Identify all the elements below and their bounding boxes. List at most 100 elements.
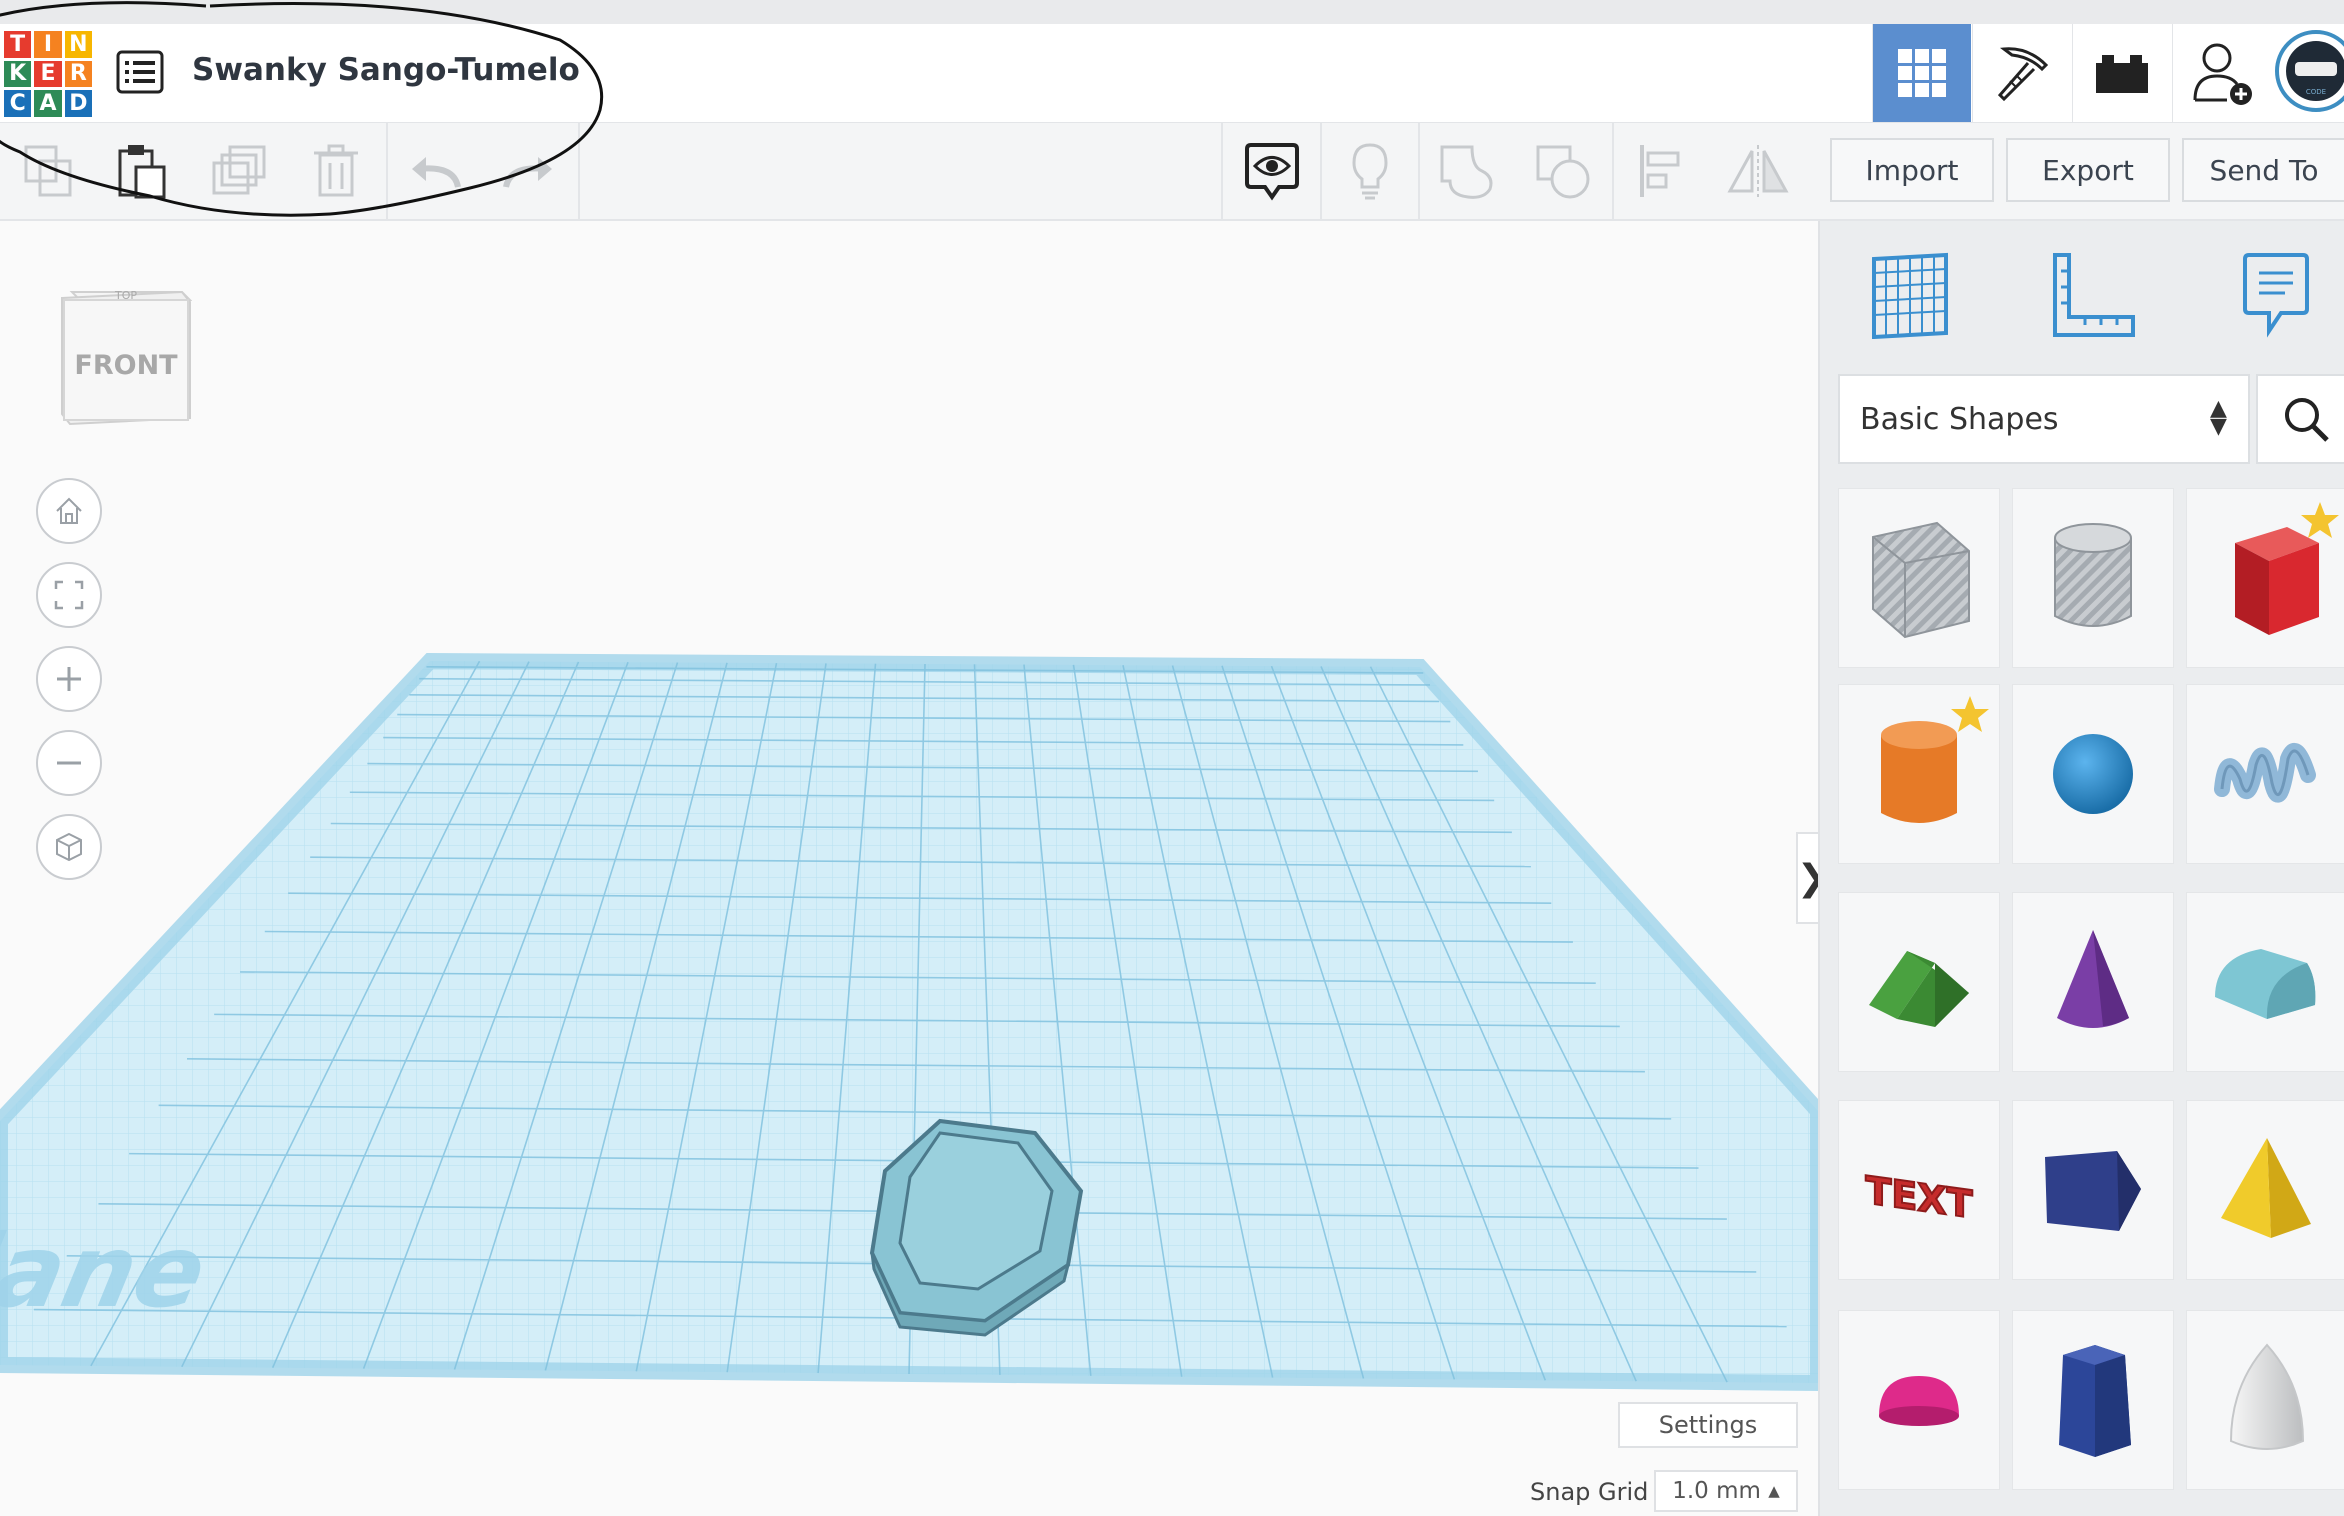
workplane[interactable]: orkplane (0, 221, 1818, 1516)
note-bubble-icon (2243, 253, 2309, 338)
view-cube[interactable]: TOP FRONT (58, 278, 193, 430)
3d-design-button[interactable] (1872, 24, 1971, 122)
settings-button[interactable]: Settings (1618, 1402, 1798, 1448)
pickaxe-button[interactable] (1972, 24, 2071, 122)
shape-tile-polygon[interactable] (2012, 1310, 2174, 1490)
fit-view-button[interactable] (36, 562, 102, 628)
align-button[interactable] (1614, 123, 1710, 219)
cone-icon (2057, 930, 2129, 1028)
browser-strip (0, 0, 2344, 25)
export-button[interactable]: Export (2006, 138, 2170, 202)
ruler-icon (2053, 253, 2135, 337)
duplicate-icon (212, 145, 266, 195)
undo-icon (412, 157, 461, 188)
shape-category-select[interactable]: Basic Shapes (1838, 374, 2250, 464)
paste-icon (118, 145, 166, 199)
polygon-icon (2059, 1345, 2131, 1457)
view-cube-front-label: FRONT (74, 350, 178, 381)
notes-tool-button[interactable] (2216, 240, 2336, 350)
ungroup-button[interactable] (1516, 123, 1612, 219)
ruler-tool-button[interactable] (2032, 240, 2152, 350)
logo-letter: D (64, 90, 92, 117)
group-button[interactable] (1420, 123, 1516, 219)
zoom-in-button[interactable] (36, 646, 102, 712)
workplane-label: orkplane (0, 1213, 216, 1330)
design-title[interactable]: Swanky Sango-Tumelo (192, 52, 580, 88)
toolbar-divider (386, 123, 388, 219)
cube-perspective-icon (56, 832, 82, 862)
show-all-button[interactable] (1224, 123, 1320, 219)
redo-icon (503, 157, 552, 188)
copy-icon (24, 145, 72, 197)
pyramid-icon (2221, 1138, 2311, 1238)
bricks-button[interactable] (2072, 24, 2171, 122)
shape-tile-cone[interactable] (2012, 892, 2174, 1072)
trash-icon (314, 144, 358, 197)
shape-tile-cylinder-hole[interactable] (2012, 488, 2174, 668)
favorite-star-icon (1950, 694, 1990, 738)
perspective-button[interactable] (36, 814, 102, 880)
shape-tile-roof[interactable] (1838, 892, 2000, 1072)
duplicate-button[interactable] (194, 123, 286, 219)
minus-icon (57, 761, 81, 765)
logo-letter: C (4, 90, 32, 117)
notes-button[interactable] (1322, 123, 1418, 219)
delete-button[interactable] (290, 123, 382, 219)
redo-button[interactable] (482, 123, 574, 219)
shape-search-button[interactable] (2256, 374, 2344, 464)
shape-tile-sphere[interactable] (2012, 684, 2174, 864)
paste-button[interactable] (96, 123, 188, 219)
fit-icon (54, 580, 84, 610)
shape-tile-scribble[interactable] (2186, 684, 2344, 864)
grid-view-icon (1898, 49, 1946, 97)
invite-user-button[interactable] (2172, 24, 2271, 122)
shape-tile-round-roof[interactable] (2186, 892, 2344, 1072)
ungroup-icon (1536, 145, 1590, 199)
round-roof-icon (2215, 949, 2316, 1019)
align-icon (1640, 145, 1680, 197)
logo-letter: N (64, 31, 92, 58)
group-icon (1440, 145, 1493, 199)
logo-letter: E (34, 60, 62, 88)
undo-button[interactable] (390, 123, 482, 219)
half-sphere-icon (1879, 1376, 1959, 1426)
wedge-icon (2045, 1151, 2141, 1231)
shape-tile-wedge[interactable] (2012, 1100, 2174, 1280)
logo-letter: A (34, 90, 62, 117)
tinkercad-logo[interactable]: T I N K E R C A D (4, 31, 92, 117)
shape-tile-paraboloid[interactable] (2186, 1310, 2344, 1490)
eye-bubble-icon (1245, 143, 1299, 201)
toolbar-divider (578, 123, 580, 219)
workplane-grid-icon (1872, 252, 1948, 339)
shape-category-label: Basic Shapes (1860, 401, 2059, 437)
zoom-out-button[interactable] (36, 730, 102, 796)
favorite-star-icon (2300, 500, 2340, 544)
box-hole-icon (1872, 521, 1970, 639)
logo-letter: T (4, 31, 32, 58)
pickaxe-icon (1997, 47, 2049, 102)
workplane-tool-button[interactable] (1850, 240, 1970, 350)
toolbar-divider (1221, 123, 1223, 219)
send-to-button[interactable]: Send To (2182, 138, 2344, 202)
scribble-icon (2214, 742, 2316, 803)
logo-letter: K (4, 60, 32, 88)
shape-tile-box-hole[interactable] (1838, 488, 2000, 668)
view-cube-top-label: TOP (114, 289, 137, 302)
shape-tile-text[interactable]: TEXT (1838, 1100, 2000, 1280)
user-avatar[interactable]: CODE (2275, 30, 2344, 112)
import-button[interactable]: Import (1830, 138, 1994, 202)
home-view-button[interactable] (36, 478, 102, 544)
design-list-icon[interactable] (116, 50, 164, 94)
mirror-button[interactable] (1710, 123, 1806, 219)
plus-icon (57, 667, 81, 691)
snap-grid-select[interactable]: 1.0 mm ▴ (1654, 1470, 1798, 1512)
sphere-icon (2053, 734, 2133, 814)
text-tile-label: TEXT (1865, 1169, 1972, 1228)
roof-icon (1869, 951, 1969, 1027)
3d-viewport[interactable]: orkplane (0, 221, 1818, 1516)
shape-tile-half-sphere[interactable] (1838, 1310, 2000, 1490)
paraboloid-icon (2229, 1343, 2305, 1450)
cylinder-hole-icon (2054, 523, 2132, 627)
shape-tile-pyramid[interactable] (2186, 1100, 2344, 1280)
copy-button[interactable] (4, 123, 96, 219)
